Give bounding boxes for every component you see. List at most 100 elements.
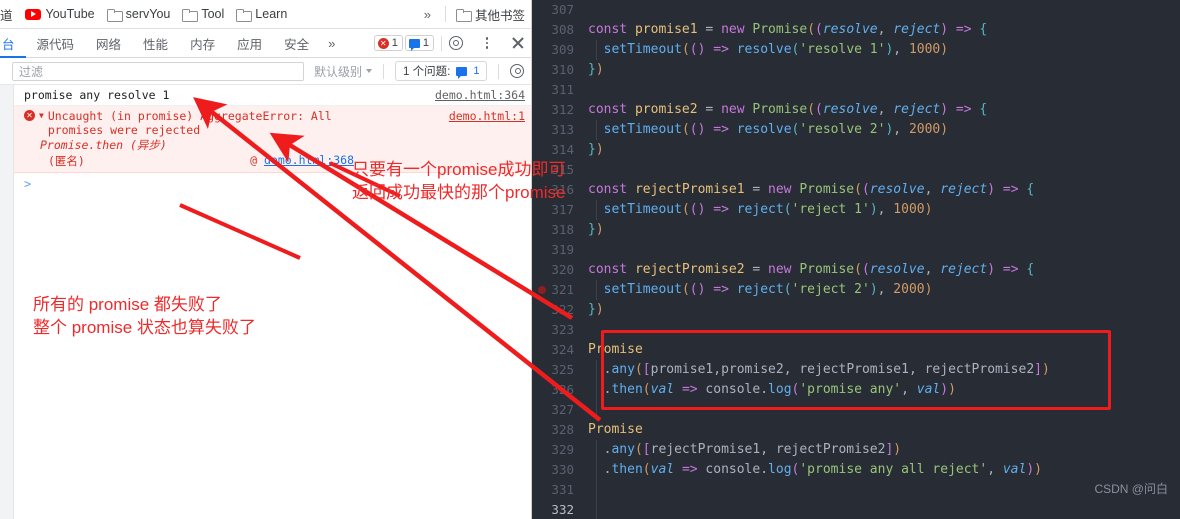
- other-bookmarks-label: 其他书签: [474, 8, 525, 23]
- code-line[interactable]: 319: [532, 240, 1180, 260]
- code-token: =: [697, 22, 722, 37]
- code-line[interactable]: 311: [532, 80, 1180, 100]
- code-line[interactable]: 329 .any([rejectPromise1, rejectPromise2…: [532, 440, 1180, 460]
- close-icon[interactable]: [511, 36, 525, 50]
- code-line[interactable]: 322}): [532, 300, 1180, 320]
- code-line[interactable]: 308 const promise1 = new Promise((resolve…: [532, 20, 1180, 40]
- code-text: setTimeout(() => reject('reject 2'), 200…: [588, 280, 933, 300]
- bookmark-item-servyou[interactable]: servYou: [101, 4, 177, 24]
- code-token: ,: [893, 122, 909, 137]
- code-token: =>: [955, 102, 972, 117]
- bookmarks-bar: 道 YouTube servYou Tool Learn » 其他书签: [0, 0, 531, 28]
- tab-performance[interactable]: 性能: [132, 29, 179, 57]
- message-count: 1: [422, 37, 429, 49]
- console-log-source-link[interactable]: demo.html:364: [435, 88, 525, 102]
- tab-sources[interactable]: 源代码: [26, 29, 86, 57]
- code-token: (: [807, 102, 816, 117]
- tab-security[interactable]: 安全: [273, 29, 320, 57]
- console-stack-link[interactable]: demo.html:368: [264, 153, 354, 167]
- bookmark-item-tool[interactable]: Tool: [176, 4, 230, 24]
- code-token: resolve: [736, 42, 792, 57]
- code-line[interactable]: 315: [532, 160, 1180, 180]
- other-bookmarks-button[interactable]: 其他书签: [450, 2, 531, 27]
- bookmark-item-youdao[interactable]: 道: [0, 2, 19, 27]
- code-line[interactable]: 327: [532, 400, 1180, 420]
- code-token: (: [642, 382, 651, 397]
- code-token: new: [768, 262, 800, 277]
- code-line[interactable]: 326 .then(val => console.log('promise an…: [532, 380, 1180, 400]
- indent-guide: [596, 360, 597, 380]
- code-line[interactable]: 321 setTimeout(() => reject('reject 2'),…: [532, 280, 1180, 300]
- code-lines[interactable]: 307 308 const promise1 = new Promise((reso…: [532, 0, 1180, 519]
- code-token: 2000: [893, 282, 925, 297]
- tab-network[interactable]: 网络: [85, 29, 132, 57]
- code-token: =>: [681, 382, 698, 397]
- code-line[interactable]: 320 const rejectPromise2 = new Promise((r…: [532, 260, 1180, 280]
- code-token: ,: [893, 42, 909, 57]
- code-text: .any([promise1,promise2, rejectPromise1,…: [588, 360, 1050, 380]
- issues-button[interactable]: 1 个问题: 1: [395, 61, 488, 81]
- tab-application[interactable]: 应用: [226, 29, 273, 57]
- kebab-menu-icon[interactable]: [481, 37, 493, 49]
- code-token: ,: [760, 442, 776, 457]
- log-level-select[interactable]: 默认级别: [314, 63, 373, 80]
- code-text: .then(val => console.log('promise any al…: [588, 460, 1042, 480]
- code-token: then: [611, 382, 643, 397]
- code-line[interactable]: 325 .any([promise1,promise2, rejectPromi…: [532, 360, 1180, 380]
- bookmark-item-youtube[interactable]: YouTube: [19, 4, 101, 24]
- bookmark-item-learn[interactable]: Learn: [230, 4, 293, 24]
- code-line[interactable]: 331: [532, 480, 1180, 500]
- search-input[interactable]: 过滤: [12, 61, 304, 81]
- chevron-down-icon: [366, 69, 373, 73]
- indent-guide: [596, 280, 597, 300]
- code-line[interactable]: 323: [532, 320, 1180, 340]
- code-token: ): [1026, 462, 1035, 477]
- line-number: 307: [551, 2, 574, 17]
- code-token: log: [768, 462, 792, 477]
- line-number: 327: [551, 402, 574, 417]
- breakpoint-icon[interactable]: [538, 286, 546, 294]
- code-token: promise1: [650, 362, 714, 377]
- code-line[interactable]: 316 const rejectPromise1 = new Promise((r…: [532, 180, 1180, 200]
- tab-memory[interactable]: 内存: [179, 29, 226, 57]
- code-text: const rejectPromise1 = new Promise((reso…: [588, 180, 1034, 200]
- code-line[interactable]: 310}): [532, 60, 1180, 80]
- code-token: }: [588, 62, 596, 77]
- code-line[interactable]: 312 const promise2 = new Promise((resolve…: [532, 100, 1180, 120]
- line-number: 331: [551, 482, 574, 497]
- console-log-row[interactable]: promise any resolve 1 demo.html:364: [14, 85, 531, 106]
- code-token: (: [681, 122, 690, 137]
- gear-icon[interactable]: [449, 36, 463, 50]
- message-count-badge[interactable]: 1: [404, 35, 434, 51]
- error-count-badge[interactable]: ✕ 1: [373, 35, 403, 51]
- code-token: ): [940, 382, 949, 397]
- folder-icon: [236, 8, 253, 22]
- code-line[interactable]: 317 setTimeout(() => reject('reject 1'),…: [532, 200, 1180, 220]
- code-token: =>: [713, 122, 729, 137]
- more-tabs-button[interactable]: »: [320, 29, 343, 57]
- code-token: any: [611, 362, 635, 377]
- code-line[interactable]: 314}): [532, 140, 1180, 160]
- expand-triangle-icon[interactable]: ▼: [39, 109, 44, 123]
- bookmark-label: Learn: [255, 7, 288, 21]
- gear-icon[interactable]: [510, 64, 525, 78]
- tab-console[interactable]: 台: [0, 29, 26, 58]
- console-error-source-link[interactable]: demo.html:1: [449, 109, 525, 123]
- code-token: reject: [940, 182, 988, 197]
- code-line[interactable]: 324 Promise: [532, 340, 1180, 360]
- indent-guide: [596, 440, 597, 460]
- code-line[interactable]: 332: [532, 500, 1180, 519]
- code-line[interactable]: 318}): [532, 220, 1180, 240]
- code-line[interactable]: 330 .then(val => console.log('promise an…: [532, 460, 1180, 480]
- code-token: 1000: [908, 42, 941, 57]
- code-line[interactable]: 313 setTimeout(() => resolve('resolve 2'…: [532, 120, 1180, 140]
- code-token: =>: [713, 282, 729, 297]
- code-line[interactable]: 328 Promise: [532, 420, 1180, 440]
- line-number: 325: [551, 362, 574, 377]
- bookmarks-overflow-button[interactable]: »: [414, 7, 441, 22]
- code-line[interactable]: 309 setTimeout(() => resolve('resolve 1'…: [532, 40, 1180, 60]
- code-line[interactable]: 307: [532, 0, 1180, 20]
